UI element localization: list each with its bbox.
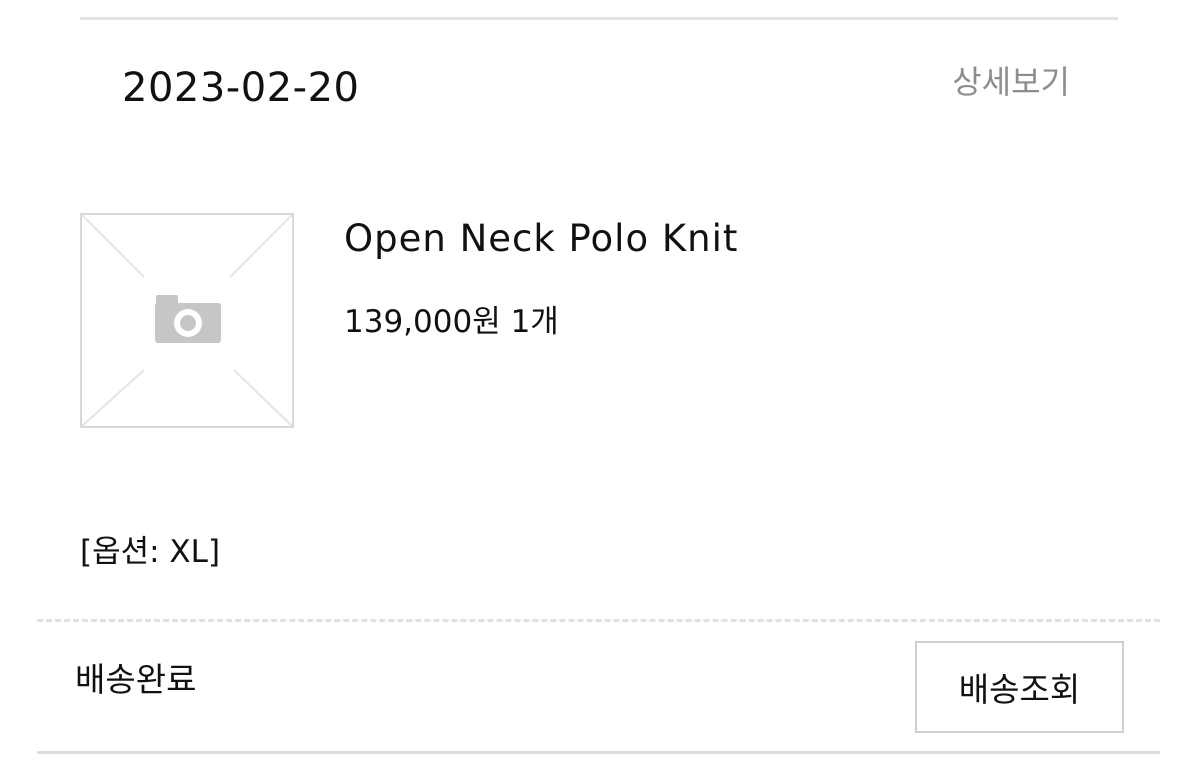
product-name[interactable]: Open Neck Polo Knit xyxy=(344,214,738,264)
order-date: 2023-02-20 xyxy=(122,65,360,111)
view-details-link[interactable]: 상세보기 xyxy=(952,60,1070,104)
product-option: [옵션: XL] xyxy=(80,534,221,570)
delivery-status: 배송완료 xyxy=(75,660,197,699)
top-divider xyxy=(80,17,1118,20)
track-delivery-button[interactable]: 배송조회 xyxy=(915,641,1124,733)
bottom-divider xyxy=(37,751,1160,754)
camera-placeholder-icon xyxy=(82,215,292,426)
product-thumbnail[interactable] xyxy=(80,213,294,428)
dashed-divider xyxy=(37,619,1160,622)
product-price-quantity: 139,000원 1개 xyxy=(344,304,559,340)
